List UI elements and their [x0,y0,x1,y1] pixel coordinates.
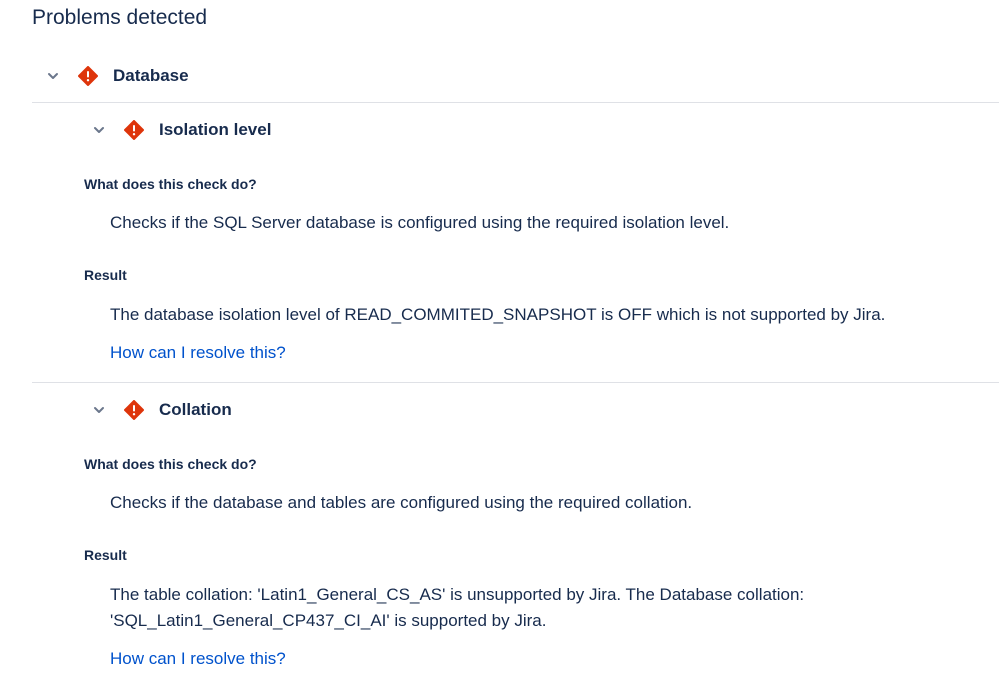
error-diamond-icon [124,120,144,140]
divider [32,382,999,383]
chevron-down-icon[interactable] [92,403,106,417]
result-text: The database isolation level of READ_COM… [110,305,886,324]
what-text: Checks if the SQL Server database is con… [110,213,730,232]
what-label: What does this check do? [84,176,257,192]
error-diamond-icon [124,400,144,420]
chevron-down-icon[interactable] [46,69,60,83]
what-label: What does this check do? [84,456,257,472]
check-header-isolation-level[interactable]: Isolation level [92,118,271,142]
group-title: Database [113,66,189,85]
chevron-down-icon[interactable] [92,123,106,137]
check-title: Collation [159,400,232,419]
result-text: The table collation: 'Latin1_General_CS_… [110,585,805,630]
result-label: Result [84,267,127,283]
what-text: Checks if the database and tables are co… [110,493,693,512]
check-header-collation[interactable]: Collation [92,398,232,422]
resolve-link[interactable]: How can I resolve this? [110,343,286,363]
divider [32,102,999,103]
group-header-database[interactable]: Database [46,64,189,88]
check-title: Isolation level [159,120,272,139]
result-label: Result [84,547,127,563]
resolve-link[interactable]: How can I resolve this? [110,649,286,669]
page-title: Problems detected [32,6,208,29]
error-diamond-icon [78,66,98,86]
